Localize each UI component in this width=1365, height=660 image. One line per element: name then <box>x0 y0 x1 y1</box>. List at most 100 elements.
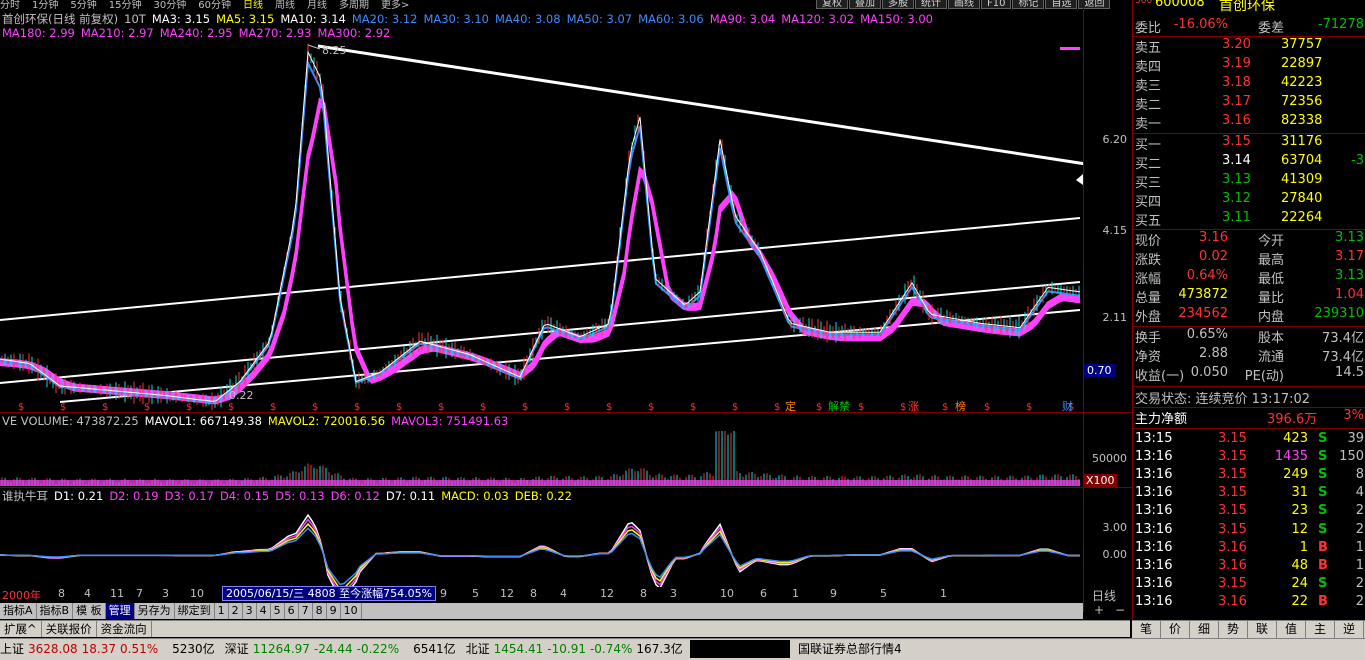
kline-chart[interactable]: 8.250.22$ $ $ $ $ $ $ $ $ $ $ $ $ $ $ $ $ $ $ $ $ $ $ $ $ $定 解禁涨榜财 <box>0 40 1083 587</box>
tick-price: 3.16 <box>1218 557 1247 573</box>
indicator-tab[interactable]: 1 <box>215 603 229 619</box>
tick-count: 1 <box>1355 539 1364 555</box>
zoom-in-button[interactable]: + <box>1094 603 1104 617</box>
indicator-tab[interactable]: 9 <box>327 603 341 619</box>
quote-value: 14.5 <box>1335 365 1364 380</box>
indicator-tab[interactable]: 管理 <box>105 603 135 619</box>
indicator-tab[interactable]: 指标A <box>0 603 37 619</box>
period-tab[interactable]: 月线 <box>307 1 327 10</box>
indicator-tab[interactable]: 6 <box>285 603 299 619</box>
order-level[interactable]: 买三 3.13 41309 <box>1133 172 1365 191</box>
index-field: 167.3亿 <box>636 642 683 656</box>
toolbar-button[interactable]: 复权 <box>816 0 848 9</box>
detail-tab[interactable]: 主 <box>1306 621 1335 638</box>
detail-tab[interactable]: 联 <box>1248 621 1277 638</box>
period-tab[interactable]: 5分钟 <box>70 1 96 10</box>
period-tab[interactable]: 分时 <box>0 1 20 10</box>
toolbar-button[interactable]: 统计 <box>915 0 947 9</box>
extension-tab[interactable]: 资金流向 <box>97 621 152 637</box>
date-tick-label: 3 <box>162 587 169 600</box>
tick-side: S <box>1318 485 1328 501</box>
tick-time: 13:16 <box>1135 449 1173 465</box>
order-level[interactable]: 买二 3.14 63704 -3 <box>1133 153 1365 172</box>
detail-tab[interactable]: 值 <box>1277 621 1306 638</box>
quote-value: 473872 <box>1178 287 1228 302</box>
period-tab[interactable]: 更多> <box>381 1 409 10</box>
order-level[interactable]: 卖二 3.17 72356 <box>1133 94 1365 113</box>
period-tab[interactable]: 日线 <box>243 1 263 10</box>
date-tick-label: 4 <box>84 587 91 600</box>
detail-tab[interactable]: 细 <box>1190 621 1219 638</box>
tick-row: 13:15 3.15 423 S 39 <box>1133 431 1365 449</box>
indicator-tab[interactable]: 模 板 <box>73 603 106 619</box>
level-volume: 37757 <box>1281 37 1323 52</box>
tick-time: 13:16 <box>1135 575 1173 591</box>
period-tab[interactable]: 60分钟 <box>198 1 231 10</box>
tick-row: 13:16 3.15 1435 S 150 <box>1133 449 1365 467</box>
indicator-tab[interactable]: 4 <box>257 603 271 619</box>
period-label[interactable]: 日线 <box>1092 587 1116 604</box>
tick-time: 13:15 <box>1135 431 1173 446</box>
order-level[interactable]: 卖四 3.19 22897 <box>1133 56 1365 75</box>
indicator-tab[interactable]: 另存为 <box>135 603 175 619</box>
quote-row: 外盘 234562 内盘 239310 <box>1133 306 1365 325</box>
order-level[interactable]: 买四 3.12 27840 <box>1133 191 1365 210</box>
tick-time: 13:16 <box>1135 539 1173 555</box>
toolbar-button[interactable]: F10 <box>981 0 1012 9</box>
toolbar-button[interactable]: 自选 <box>1045 0 1078 9</box>
order-level[interactable]: 卖三 3.18 42223 <box>1133 75 1365 94</box>
indicator-tab[interactable]: 8 <box>313 603 327 619</box>
quote-label: 最高 <box>1257 253 1284 268</box>
ma-value: MA5: 3.15 <box>216 12 275 26</box>
indicator-tab[interactable]: 2 <box>229 603 243 619</box>
detail-tab[interactable]: 势 <box>1219 621 1248 638</box>
detail-tab[interactable]: 价 <box>1161 621 1190 638</box>
detail-tab[interactable]: 逆 <box>1335 621 1364 638</box>
toolbar-button[interactable]: 叠加 <box>849 0 881 9</box>
period-tab[interactable]: 多周期 <box>339 1 369 10</box>
level-volume: 72356 <box>1281 94 1323 109</box>
toolbar-button[interactable]: 标记 <box>1012 0 1045 9</box>
ma-value: MA3: 3.15 <box>151 12 211 26</box>
quote-label: 总量 <box>1135 291 1162 306</box>
quote-label: 涨幅 <box>1135 272 1162 287</box>
period-tab[interactable]: 15分钟 <box>109 1 142 10</box>
order-level[interactable]: 买五 3.11 22264 <box>1133 210 1365 229</box>
order-level[interactable]: 卖一 3.16 82338 <box>1133 113 1365 132</box>
server-name[interactable]: 国联证券总部行情4 <box>798 639 902 659</box>
indicator-tab[interactable]: 10 <box>341 603 362 619</box>
indicator-tab[interactable]: 3 <box>243 603 257 619</box>
extension-tab[interactable]: 关联报价 <box>42 621 97 637</box>
tick-count: 150 <box>1339 449 1364 465</box>
divider <box>1133 428 1365 429</box>
ma-value: MA270: 2.93 <box>238 26 312 40</box>
indicator-tab[interactable]: 指标B <box>37 603 74 619</box>
tick-count: 2 <box>1355 503 1364 519</box>
indicator-tab[interactable]: 7 <box>299 603 313 619</box>
period-tab[interactable]: 周线 <box>275 1 295 10</box>
ma-value: MA10: 3.14 <box>280 12 346 26</box>
ma-value: MA60: 3.06 <box>638 12 704 26</box>
period-tab[interactable]: 1分钟 <box>32 1 58 10</box>
market-status-bar: 上证 3628.08 18.37 0.51% 5230亿 深证 11264.97 -24.44… <box>0 638 1365 660</box>
trade-status: 交易状态: 连续竞价 13:17:02 <box>1135 392 1311 407</box>
zoom-out-button[interactable]: − <box>1115 603 1125 617</box>
ma-legend-row1: 首创环保(日线 前复权) 10T MA3: 3.15 MA5: 3.15 MA10: 3… <box>2 12 945 26</box>
order-level[interactable]: 买一 3.15 31176 <box>1133 134 1365 153</box>
order-level[interactable]: 卖五 3.20 37757 <box>1133 37 1365 56</box>
main-flow-row: 主力净额 396.6万 3% <box>1133 408 1365 427</box>
toolbar-button[interactable]: 画线 <box>948 0 980 9</box>
indicator-tab[interactable]: 5 <box>271 603 285 619</box>
quote-value: 239310 <box>1314 306 1364 321</box>
quote-value: -71278 <box>1317 17 1364 32</box>
tick-price: 3.16 <box>1218 539 1247 555</box>
index-field: -24.44 <box>313 642 353 656</box>
stock-flag: 500 <box>1135 0 1153 6</box>
period-tab[interactable]: 30分钟 <box>153 1 186 10</box>
extension-tab[interactable]: 扩展^ <box>0 621 42 637</box>
tick-volume: 23 <box>1291 503 1308 519</box>
detail-tab[interactable]: 笔 <box>1132 621 1161 638</box>
level-label: 卖二 <box>1135 98 1162 113</box>
indicator-tab[interactable]: 绑定到 <box>175 603 215 619</box>
toolbar-button[interactable]: 多股 <box>882 0 914 9</box>
